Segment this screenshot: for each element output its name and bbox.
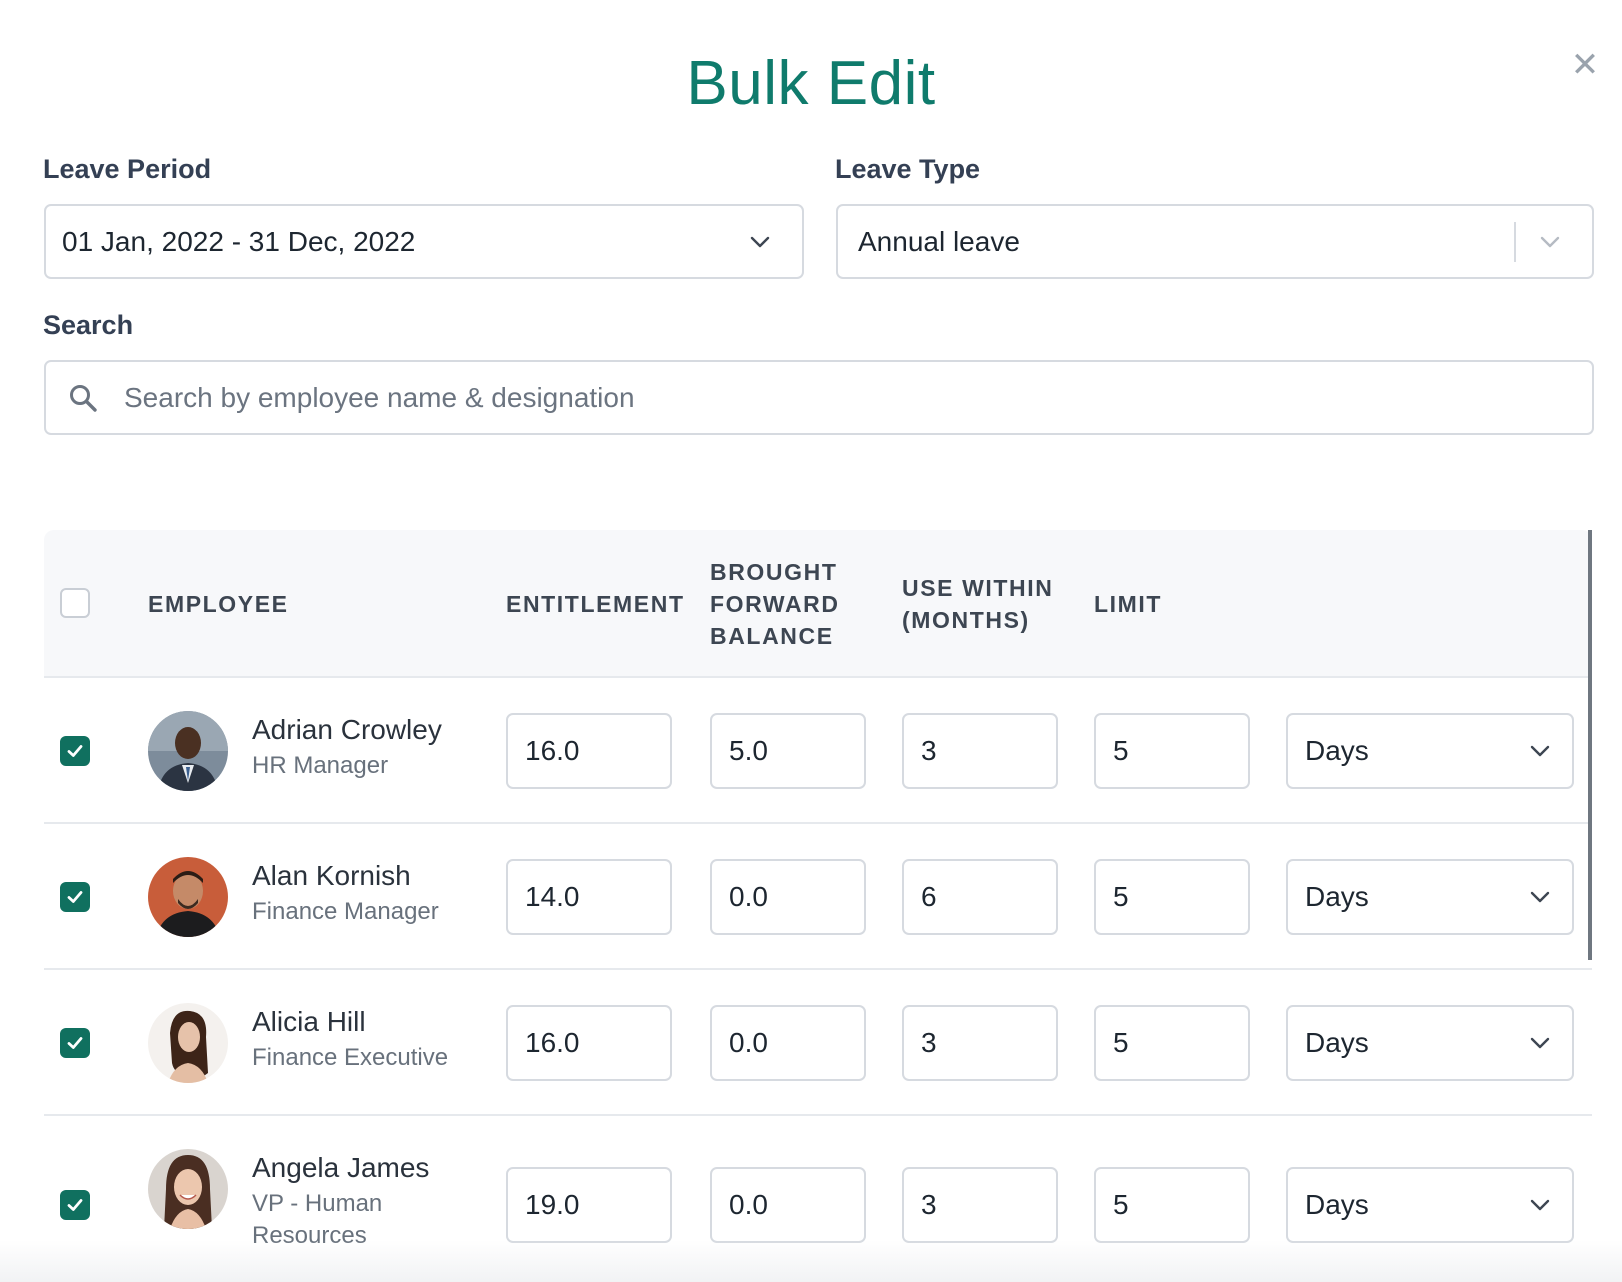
- brought-forward-input[interactable]: [710, 859, 866, 935]
- table-row: Angela James VP - Human Resources Days: [44, 1116, 1592, 1282]
- check-icon: [67, 891, 83, 903]
- leave-type-label: Leave Type: [835, 154, 981, 184]
- use-within-input[interactable]: [902, 1167, 1058, 1243]
- limit-input[interactable]: [1094, 859, 1250, 935]
- use-within-input[interactable]: [902, 1005, 1058, 1081]
- avatar: [148, 711, 228, 791]
- column-use-within-line-2: (MONTHS): [902, 607, 1030, 633]
- chevron-down-icon: [1530, 222, 1570, 262]
- chevron-down-icon: [1520, 1185, 1560, 1225]
- column-brought-forward-line-3: BALANCE: [710, 623, 834, 649]
- brought-forward-input[interactable]: [710, 713, 866, 789]
- search-field[interactable]: [44, 360, 1594, 435]
- chevron-down-icon: [1520, 1023, 1560, 1063]
- limit-unit-select[interactable]: Days: [1286, 859, 1574, 935]
- employee-name: Alicia Hill: [252, 1006, 366, 1037]
- employee-name: Angela James: [252, 1152, 430, 1183]
- search-icon: [68, 383, 98, 413]
- table-header: EMPLOYEE ENTITLEMENT BROUGHT FORWARD BAL…: [44, 530, 1592, 678]
- limit-input[interactable]: [1094, 713, 1250, 789]
- table-scrollbar[interactable]: [1588, 530, 1592, 960]
- entitlement-input[interactable]: [506, 859, 672, 935]
- column-employee: EMPLOYEE: [148, 591, 289, 617]
- limit-unit-select[interactable]: Days: [1286, 1005, 1574, 1081]
- use-within-input[interactable]: [902, 713, 1058, 789]
- brought-forward-input[interactable]: [710, 1167, 866, 1243]
- select-divider: [1514, 221, 1516, 262]
- modal-title: Bulk Edit: [686, 49, 936, 118]
- entitlement-input[interactable]: [506, 1005, 672, 1081]
- search-label: Search: [43, 310, 134, 340]
- limit-unit-select[interactable]: Days: [1286, 713, 1574, 789]
- entitlement-input[interactable]: [506, 1167, 672, 1243]
- table-row: Adrian Crowley HR Manager Days: [44, 678, 1592, 824]
- column-use-within-line-1: USE WITHIN: [902, 575, 1054, 601]
- close-icon: ✕: [1570, 46, 1600, 84]
- leave-type-value: Annual leave: [858, 225, 1020, 257]
- employee-role: HR Manager: [252, 752, 389, 779]
- table-row: Alan Kornish Finance Manager Days: [44, 824, 1592, 970]
- leave-period-value: 01 Jan, 2022 - 31 Dec, 2022: [62, 225, 416, 257]
- check-icon: [67, 745, 83, 757]
- chevron-down-icon: [1520, 877, 1560, 917]
- check-icon: [67, 1199, 83, 1211]
- limit-unit-value: Days: [1305, 1189, 1369, 1220]
- row-checkbox[interactable]: [60, 882, 90, 912]
- column-use-within: USE WITHIN (MONTHS): [902, 572, 1053, 636]
- avatar: [148, 1149, 228, 1229]
- employee-name: Adrian Crowley: [252, 714, 442, 745]
- search-input[interactable]: [124, 381, 1504, 414]
- chevron-down-icon: [740, 222, 780, 262]
- row-checkbox[interactable]: [60, 1028, 90, 1058]
- limit-unit-value: Days: [1305, 1027, 1369, 1058]
- check-icon: [67, 1037, 83, 1049]
- brought-forward-input[interactable]: [710, 1005, 866, 1081]
- employee-name: Alan Kornish: [252, 860, 411, 891]
- leave-period-label: Leave Period: [43, 154, 212, 184]
- employee-role: Finance Executive: [252, 1044, 449, 1071]
- column-brought-forward-line-1: BROUGHT: [710, 559, 838, 585]
- limit-unit-select[interactable]: Days: [1286, 1167, 1574, 1243]
- column-brought-forward-line-2: FORWARD: [710, 591, 840, 617]
- column-entitlement: ENTITLEMENT: [506, 591, 685, 617]
- column-limit: LIMIT: [1094, 591, 1163, 617]
- limit-input[interactable]: [1094, 1167, 1250, 1243]
- row-checkbox[interactable]: [60, 736, 90, 766]
- close-button[interactable]: ✕: [1570, 48, 1600, 82]
- entitlement-input[interactable]: [506, 713, 672, 789]
- select-all-checkbox[interactable]: [60, 588, 90, 618]
- employee-role: VP - Human Resources: [252, 1190, 383, 1249]
- row-checkbox[interactable]: [60, 1190, 90, 1220]
- limit-input[interactable]: [1094, 1005, 1250, 1081]
- limit-unit-value: Days: [1305, 735, 1369, 766]
- employee-role: Finance Manager: [252, 898, 439, 925]
- column-brought-forward-balance: BROUGHT FORWARD BALANCE: [710, 556, 840, 652]
- chevron-down-icon: [1520, 731, 1560, 771]
- employee-table: EMPLOYEE ENTITLEMENT BROUGHT FORWARD BAL…: [44, 530, 1592, 1282]
- leave-type-select[interactable]: Annual leave: [836, 204, 1594, 279]
- limit-unit-value: Days: [1305, 881, 1369, 912]
- leave-period-select[interactable]: 01 Jan, 2022 - 31 Dec, 2022: [44, 204, 804, 279]
- table-row: Alicia Hill Finance Executive Days: [44, 970, 1592, 1116]
- avatar: [148, 857, 228, 937]
- use-within-input[interactable]: [902, 859, 1058, 935]
- avatar: [148, 1003, 228, 1083]
